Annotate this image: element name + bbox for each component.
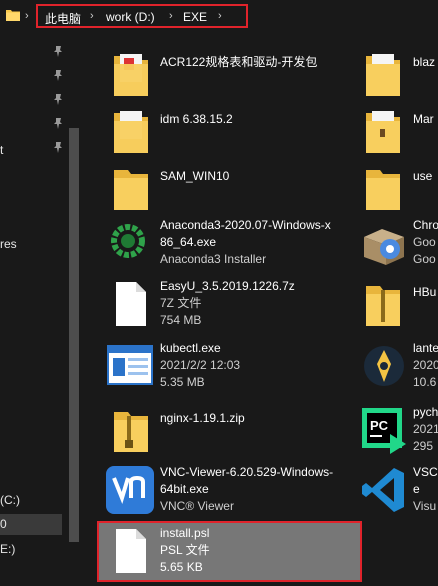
file-item[interactable]: kubectl.exe 2021/2/2 12:03 5.35 MB [104, 340, 354, 396]
pin-icon[interactable] [53, 142, 63, 153]
pycharm-icon: PC [362, 408, 406, 454]
vnc-icon [106, 466, 154, 514]
nav-item[interactable]: 0 [0, 517, 7, 531]
file-size: 754 MB [160, 313, 202, 327]
file-item[interactable]: Anaconda3-2020.07-Windows-x 86_64.exe An… [104, 217, 354, 273]
pin-icon[interactable] [53, 70, 63, 81]
folder-icon [366, 111, 400, 153]
folder-icon [366, 170, 400, 210]
file-item[interactable]: VNC-Viewer-6.20.529-Windows- 64bit.exe V… [104, 464, 354, 520]
breadcrumb-work-drive[interactable]: work (D:) [106, 10, 155, 24]
file-size: 5.65 KB [160, 560, 203, 574]
file-date: 2020 [413, 358, 438, 372]
file-item-selected[interactable]: install.psl PSL 文件 5.65 KB [104, 525, 354, 581]
file-item[interactable]: HBu [360, 278, 438, 334]
anaconda-icon [111, 224, 145, 258]
installer-box-icon [364, 229, 404, 265]
file-name: kubectl.exe [160, 341, 221, 355]
file-name: Chro [413, 218, 438, 232]
file-name: VNC-Viewer-6.20.529-Windows- [160, 465, 334, 479]
file-size: 10.6 [413, 375, 437, 389]
file-type: Goo [413, 235, 436, 249]
address-bar: › 此电脑 › work (D:) › EXE › [0, 0, 438, 36]
file-icon [116, 282, 146, 326]
folder-icon [366, 54, 400, 96]
file-name: lante [413, 341, 438, 355]
file-date: 2021/2/2 12:03 [160, 358, 241, 372]
file-name: Mar [413, 112, 434, 126]
file-name: VSCo [413, 465, 438, 479]
file-date: 2021 [413, 422, 438, 436]
file-type: Anaconda3 Installer [160, 252, 267, 266]
file-item[interactable]: Mar [360, 105, 438, 161]
file-name: SAM_WIN10 [160, 169, 230, 183]
file-name: use [413, 169, 433, 183]
file-size: 5.35 MB [160, 375, 205, 389]
folder-icon [114, 111, 148, 153]
chevron-right-icon[interactable]: › [90, 10, 94, 22]
file-name: idm 6.38.15.2 [160, 112, 233, 126]
file-type: PSL 文件 [160, 543, 210, 557]
exe-window-icon [107, 345, 153, 385]
file-item[interactable]: nginx-1.19.1.zip [104, 404, 354, 460]
file-item[interactable]: use [360, 162, 438, 218]
lantern-icon [364, 346, 404, 386]
chevron-right-icon[interactable]: › [218, 10, 222, 22]
file-icon [116, 529, 146, 573]
nav-item[interactable]: res [0, 237, 17, 251]
file-item[interactable]: ACR122规格表和驱动-开发包 [104, 48, 354, 104]
nav-item-drive-e[interactable]: E:) [0, 542, 15, 556]
nav-scrollbar-thumb[interactable] [69, 128, 79, 542]
file-item[interactable]: EasyU_3.5.2019.1226.7z 7Z 文件 754 MB [104, 278, 354, 334]
breadcrumb-this-pc[interactable]: 此电脑 [45, 10, 81, 27]
file-name-continued: 86_64.exe [160, 235, 217, 249]
file-item[interactable]: idm 6.38.15.2 [104, 105, 354, 161]
file-name: Anaconda3-2020.07-Windows-x [160, 218, 331, 232]
file-name-continued: 64bit.exe [160, 482, 209, 496]
file-size: 295 [413, 439, 434, 453]
file-name: install.psl [160, 526, 210, 540]
folder-icon [6, 10, 20, 21]
navigation-pane: t res (C:) 0 E:) [0, 36, 68, 586]
file-type: VNC® Viewer [160, 499, 234, 513]
file-name: blaz [413, 55, 436, 69]
zip-folder-icon [114, 412, 148, 452]
nav-item[interactable]: t [0, 143, 3, 157]
file-type: Visu [413, 499, 437, 513]
file-name: ACR122规格表和驱动-开发包 [160, 55, 318, 69]
file-item[interactable]: Chro Goo Goo [360, 217, 438, 273]
zip-folder-icon [366, 286, 400, 326]
file-item[interactable]: SAM_WIN10 [104, 162, 354, 218]
breadcrumb-exe[interactable]: EXE [183, 10, 207, 24]
breadcrumb: 此电脑 › work (D:) › EXE › [36, 4, 248, 28]
folder-icon [114, 170, 148, 210]
file-type: Goo [413, 252, 436, 266]
nav-scrollbar[interactable] [66, 36, 82, 586]
chevron-right-icon[interactable]: › [169, 10, 173, 22]
pin-icon[interactable] [53, 118, 63, 129]
file-item[interactable]: PC pych 2021 295 [360, 404, 438, 460]
nav-item-drive-c[interactable]: (C:) [0, 493, 20, 507]
file-name: pych [413, 405, 438, 419]
pin-icon[interactable] [53, 46, 63, 57]
pin-icon[interactable] [53, 94, 63, 105]
svg-text:PC: PC [370, 418, 389, 433]
folder-icon [114, 54, 148, 96]
chevron-right-icon[interactable]: › [25, 10, 29, 22]
nav-item-selected[interactable] [0, 514, 62, 535]
file-name: HBu [413, 285, 437, 299]
file-name-continued: e [413, 482, 420, 496]
file-item[interactable]: lante 2020 10.6 [360, 340, 438, 396]
file-type: 7Z 文件 [160, 296, 202, 310]
file-name: nginx-1.19.1.zip [160, 411, 245, 425]
vscode-icon [362, 468, 404, 512]
file-item[interactable]: blaz [360, 48, 438, 104]
file-item[interactable]: VSCo e Visu [360, 464, 438, 520]
file-name: EasyU_3.5.2019.1226.7z [160, 279, 295, 293]
